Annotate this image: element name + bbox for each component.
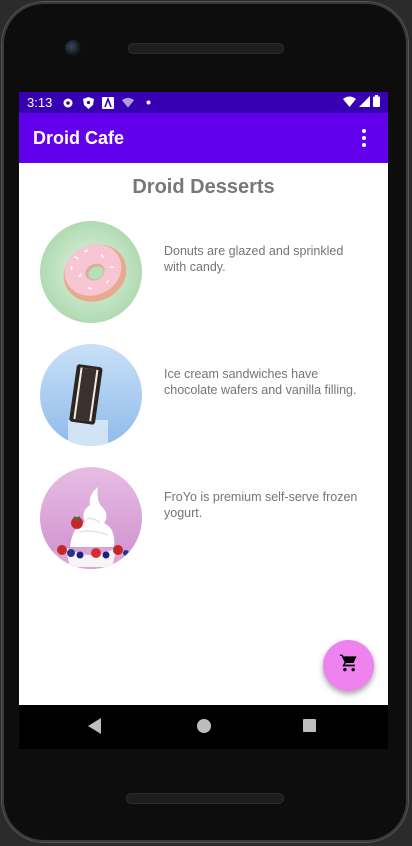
dessert-description: Ice cream sandwiches have chocolate wafe… bbox=[164, 367, 357, 397]
shopping-cart-button[interactable] bbox=[323, 640, 374, 691]
more-vert-icon[interactable] bbox=[354, 126, 374, 150]
top-speaker bbox=[128, 43, 284, 54]
shopping-cart-icon bbox=[339, 653, 359, 678]
donut-image[interactable] bbox=[40, 221, 142, 323]
dessert-item-froyo: FroYo is premium self-serve frozen yogur… bbox=[40, 467, 360, 569]
ice-cream-sandwich-image[interactable] bbox=[40, 344, 142, 446]
app-screen: 3:13 Droid Cafe Droid Desserts Donuts ar… bbox=[19, 92, 388, 705]
a-icon bbox=[102, 96, 115, 109]
front-camera bbox=[65, 40, 81, 56]
back-icon[interactable] bbox=[88, 718, 101, 734]
wifi-icon bbox=[343, 95, 356, 110]
app-title: Droid Cafe bbox=[33, 127, 125, 148]
page-heading: Droid Desserts bbox=[132, 176, 275, 198]
battery-icon bbox=[373, 95, 380, 110]
settings-icon bbox=[62, 97, 74, 109]
shield-icon bbox=[82, 96, 94, 109]
recents-icon[interactable] bbox=[303, 719, 316, 732]
app-bar: Droid Cafe bbox=[19, 113, 388, 163]
wifi-question-icon bbox=[122, 97, 135, 109]
dessert-item-ice-cream-sandwich: Ice cream sandwiches have chocolate wafe… bbox=[40, 344, 360, 446]
dessert-description: Donuts are glazed and sprinkled with can… bbox=[164, 244, 344, 274]
dessert-item-donut: Donuts are glazed and sprinkled with can… bbox=[40, 221, 360, 323]
dessert-description: FroYo is premium self-serve frozen yogur… bbox=[164, 490, 358, 520]
froyo-image[interactable] bbox=[40, 467, 142, 569]
signal-icon bbox=[359, 95, 370, 110]
navigation-bar bbox=[19, 705, 388, 749]
status-bar: 3:13 bbox=[19, 92, 388, 113]
home-icon[interactable] bbox=[197, 719, 211, 733]
dot-icon bbox=[142, 97, 154, 109]
bottom-speaker bbox=[126, 793, 284, 804]
status-time: 3:13 bbox=[27, 95, 53, 110]
